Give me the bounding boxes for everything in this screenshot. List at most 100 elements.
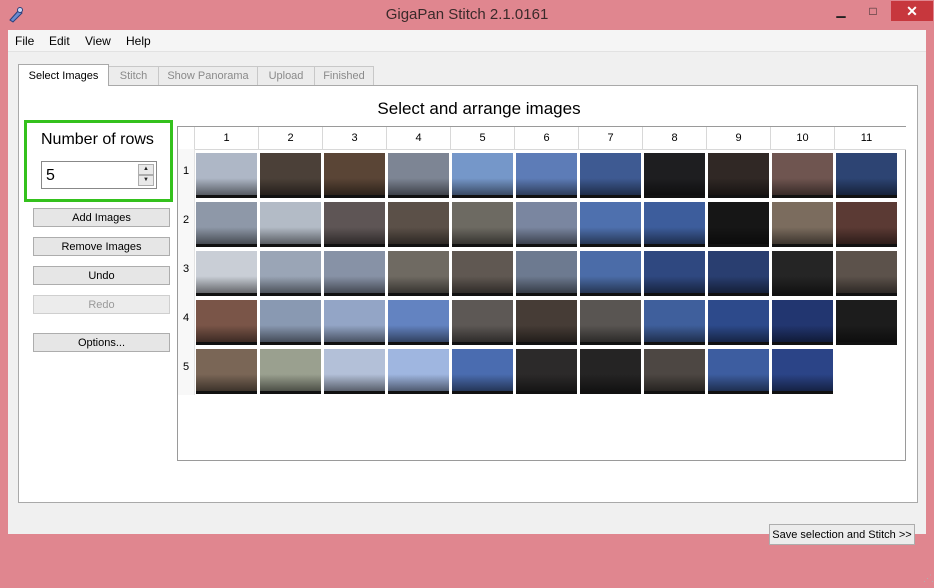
image-thumbnail[interactable] <box>516 300 577 345</box>
image-thumbnail[interactable] <box>580 153 641 198</box>
image-thumbnail[interactable] <box>324 349 385 394</box>
image-thumbnail[interactable] <box>388 153 449 198</box>
number-of-rows-label: Number of rows <box>41 131 154 148</box>
image-thumbnail[interactable] <box>836 300 897 345</box>
image-thumbnail[interactable] <box>260 153 321 198</box>
image-thumbnail[interactable] <box>452 251 513 296</box>
image-thumbnail[interactable] <box>516 153 577 198</box>
menu-file[interactable]: File <box>15 34 34 48</box>
image-thumbnail[interactable] <box>772 251 833 296</box>
select-images-panel: Select and arrange images Number of rows… <box>18 85 934 583</box>
column-label: 4 <box>386 127 450 149</box>
image-thumbnail[interactable] <box>452 300 513 345</box>
column-label: 9 <box>706 127 770 149</box>
image-thumbnail[interactable] <box>388 300 449 345</box>
image-thumbnail[interactable] <box>260 202 321 247</box>
app-client-area: File Edit View Help Select Images Stitch… <box>8 30 934 583</box>
number-of-rows-group: Number of rows 5 ▲ ▼ <box>24 120 173 202</box>
image-thumbnail[interactable] <box>388 251 449 296</box>
image-thumbnail[interactable] <box>196 300 257 345</box>
image-thumbnail[interactable] <box>644 349 705 394</box>
image-thumbnail[interactable] <box>196 349 257 394</box>
image-thumbnail[interactable] <box>260 251 321 296</box>
image-thumbnail[interactable] <box>324 153 385 198</box>
image-thumbnail[interactable] <box>644 202 705 247</box>
image-thumbnail[interactable] <box>708 300 769 345</box>
image-thumbnail[interactable] <box>452 349 513 394</box>
image-thumbnail[interactable] <box>196 153 257 198</box>
close-button[interactable]: ✕ <box>891 1 933 21</box>
tab-stitch[interactable]: Stitch <box>108 66 159 85</box>
row-label: 5 <box>182 361 190 373</box>
tab-show-panorama[interactable]: Show Panorama <box>158 66 258 85</box>
image-thumbnail[interactable] <box>516 251 577 296</box>
image-thumbnail[interactable] <box>516 349 577 394</box>
image-thumbnail[interactable] <box>708 153 769 198</box>
image-thumbnail[interactable] <box>260 349 321 394</box>
redo-button[interactable]: Redo <box>33 295 170 314</box>
column-label: 5 <box>450 127 514 149</box>
spin-down-icon[interactable]: ▼ <box>138 175 154 186</box>
image-thumbnail[interactable] <box>516 202 577 247</box>
tab-finished[interactable]: Finished <box>314 66 374 85</box>
image-grid[interactable]: 1 2 3 4 5 6 7 8 9 10 11 12345 <box>177 126 906 461</box>
column-label: 3 <box>322 127 386 149</box>
image-thumbnail[interactable] <box>708 349 769 394</box>
column-label: 7 <box>578 127 642 149</box>
tab-upload[interactable]: Upload <box>257 66 315 85</box>
image-thumbnail[interactable] <box>772 153 833 198</box>
column-label: 1 <box>194 127 258 149</box>
image-thumbnail[interactable] <box>580 300 641 345</box>
image-thumbnail[interactable] <box>644 300 705 345</box>
image-thumbnail[interactable] <box>772 349 833 394</box>
page-heading: Select and arrange images <box>377 99 581 118</box>
resize-grip-icon[interactable]: ⋰⋰ <box>923 574 934 588</box>
row-header: 1 2 3 4 5 <box>178 149 195 395</box>
maximize-button[interactable]: □ <box>858 1 888 21</box>
remove-images-button[interactable]: Remove Images <box>33 237 170 256</box>
image-thumbnail[interactable] <box>388 349 449 394</box>
image-thumbnail[interactable] <box>644 251 705 296</box>
title-bar: GigaPan Stitch 2.1.0161 ▁ □ ✕ <box>0 0 934 30</box>
menu-help[interactable]: Help <box>126 34 151 48</box>
row-label: 1 <box>182 165 190 177</box>
number-of-rows-value[interactable]: 5 <box>46 167 55 185</box>
row-label: 3 <box>182 263 190 275</box>
image-thumbnail[interactable] <box>644 153 705 198</box>
image-thumbnail[interactable] <box>836 202 897 247</box>
image-thumbnail[interactable] <box>580 202 641 247</box>
tab-select-images[interactable]: Select Images <box>18 64 109 86</box>
menu-edit[interactable]: Edit <box>49 34 70 48</box>
row-label: 2 <box>182 214 190 226</box>
image-thumbnail[interactable] <box>388 202 449 247</box>
image-thumbnail[interactable] <box>772 202 833 247</box>
image-thumbnail[interactable] <box>836 251 897 296</box>
row-label: 4 <box>182 312 190 324</box>
spin-up-icon[interactable]: ▲ <box>138 164 154 175</box>
image-thumbnail[interactable] <box>836 153 897 198</box>
minimize-button[interactable]: ▁ <box>826 1 856 21</box>
image-thumbnail[interactable] <box>260 300 321 345</box>
image-thumbnail[interactable] <box>324 202 385 247</box>
column-label: 6 <box>514 127 578 149</box>
image-thumbnail[interactable] <box>452 153 513 198</box>
image-thumbnail[interactable] <box>772 300 833 345</box>
column-header: 1 2 3 4 5 6 7 8 9 10 11 <box>194 127 906 150</box>
image-thumbnail[interactable] <box>324 251 385 296</box>
menu-view[interactable]: View <box>85 34 111 48</box>
options-button[interactable]: Options... <box>33 333 170 352</box>
column-label: 2 <box>258 127 322 149</box>
image-thumbnail[interactable] <box>452 202 513 247</box>
column-label: 11 <box>834 127 898 149</box>
image-thumbnail[interactable] <box>708 202 769 247</box>
column-label: 8 <box>642 127 706 149</box>
number-of-rows-stepper[interactable]: 5 ▲ ▼ <box>41 161 157 189</box>
image-thumbnail[interactable] <box>708 251 769 296</box>
image-thumbnail[interactable] <box>580 251 641 296</box>
image-thumbnail[interactable] <box>196 251 257 296</box>
image-thumbnail[interactable] <box>324 300 385 345</box>
undo-button[interactable]: Undo <box>33 266 170 285</box>
image-thumbnail[interactable] <box>196 202 257 247</box>
image-thumbnail[interactable] <box>580 349 641 394</box>
add-images-button[interactable]: Add Images <box>33 208 170 227</box>
